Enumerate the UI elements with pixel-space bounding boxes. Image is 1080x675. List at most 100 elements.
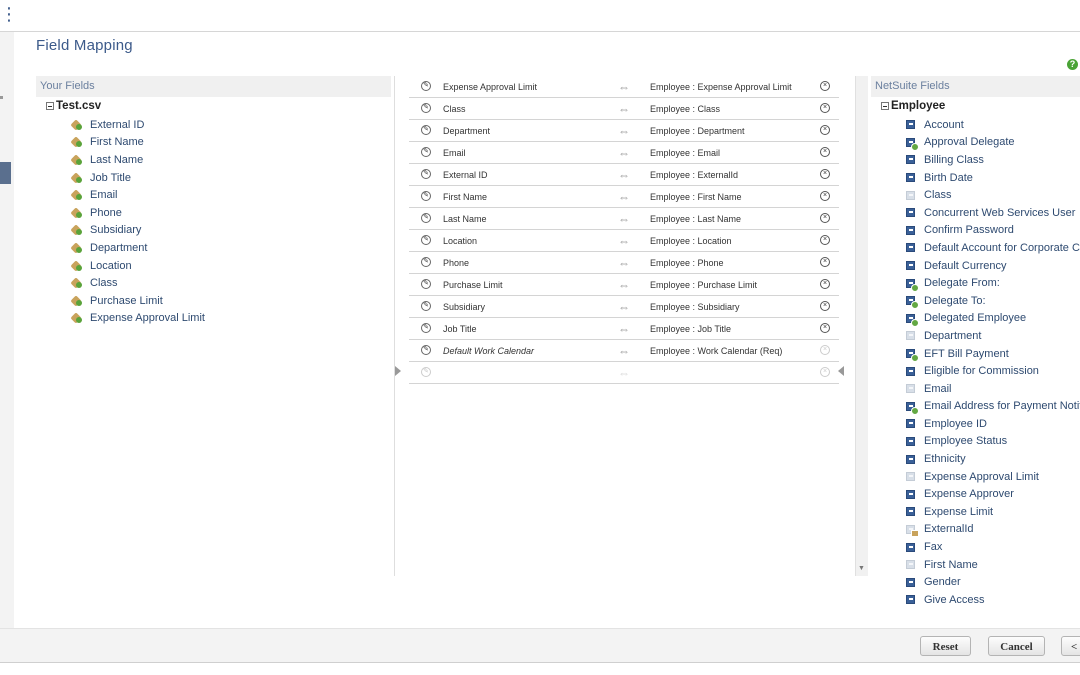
mapping-row[interactable]: ✎ Default Work Calendar ⇔ Employee : Wor… (409, 340, 839, 362)
netsuite-field-item[interactable]: Eligible for Commission (906, 362, 1080, 380)
netsuite-field-item[interactable]: Billing Class (906, 151, 1080, 169)
mapping-row[interactable]: ✎ Email ⇔ Employee : Email × (409, 142, 839, 164)
mapping-row[interactable]: ✎ Department ⇔ Employee : Department × (409, 120, 839, 142)
remove-mapping-icon[interactable]: × (820, 213, 830, 223)
edit-mapping-icon[interactable]: ✎ (421, 235, 431, 245)
your-field-item[interactable]: Purchase Limit (72, 292, 205, 310)
netsuite-field-item[interactable]: Fax (906, 538, 1080, 556)
netsuite-field-item[interactable]: Employee ID (906, 415, 1080, 433)
edit-mapping-icon[interactable]: ✎ (421, 367, 431, 377)
remove-mapping-icon[interactable]: × (820, 235, 830, 245)
netsuite-field-item[interactable]: Confirm Password (906, 222, 1080, 240)
netsuite-field-item[interactable]: Email Address for Payment Notification (906, 398, 1080, 416)
netsuite-field-label: Employee Status (924, 435, 1008, 448)
your-field-item[interactable]: Last Name (72, 151, 205, 169)
mapping-row[interactable]: ✎ Class ⇔ Employee : Class × (409, 98, 839, 120)
your-field-item[interactable]: First Name (72, 134, 205, 152)
netsuite-field-item[interactable]: Email (906, 380, 1080, 398)
edit-mapping-icon[interactable]: ✎ (421, 125, 431, 135)
edit-mapping-icon[interactable]: ✎ (421, 301, 431, 311)
netsuite-field-item[interactable]: ExternalId (906, 521, 1080, 539)
netsuite-field-label: ExternalId (924, 523, 974, 536)
your-field-item[interactable]: Expense Approval Limit (72, 310, 205, 328)
mapping-row[interactable]: ✎ Job Title ⇔ Employee : Job Title × (409, 318, 839, 340)
edit-mapping-icon[interactable]: ✎ (421, 191, 431, 201)
field-icon (906, 261, 915, 271)
remove-mapping-icon[interactable]: × (820, 345, 830, 355)
edit-mapping-icon[interactable]: ✎ (421, 81, 431, 91)
netsuite-field-item[interactable]: Delegate From: (906, 274, 1080, 292)
netsuite-field-item[interactable]: Department (906, 327, 1080, 345)
menu-icon[interactable]: ⋮ (0, 4, 18, 25)
netsuite-field-item[interactable]: Account (906, 116, 1080, 134)
edit-mapping-icon[interactable]: ✎ (421, 213, 431, 223)
expand-left-arrow-icon[interactable] (395, 366, 401, 376)
mapping-scrollbar[interactable] (855, 76, 868, 576)
edit-mapping-icon[interactable]: ✎ (421, 279, 431, 289)
mapping-row[interactable]: ✎ Last Name ⇔ Employee : Last Name × (409, 208, 839, 230)
remove-mapping-icon[interactable]: × (820, 81, 830, 91)
netsuite-field-item[interactable]: Default Currency (906, 257, 1080, 275)
remove-mapping-icon[interactable]: × (820, 279, 830, 289)
mapping-row-empty[interactable]: ✎ ⇔ × (409, 362, 839, 384)
mapping-arrow-icon: ⇔ (618, 277, 630, 292)
your-field-item[interactable]: Location (72, 257, 205, 275)
remove-mapping-icon[interactable]: × (820, 367, 830, 377)
your-field-item[interactable]: Department (72, 239, 205, 257)
mapping-row[interactable]: ✎ Purchase Limit ⇔ Employee : Purchase L… (409, 274, 839, 296)
netsuite-field-item[interactable]: Give Access (906, 591, 1080, 609)
remove-mapping-icon[interactable]: × (820, 257, 830, 267)
collapse-icon[interactable] (46, 102, 54, 110)
mapping-row[interactable]: ✎ First Name ⇔ Employee : First Name × (409, 186, 839, 208)
rail-tab[interactable] (0, 162, 11, 184)
remove-mapping-icon[interactable]: × (820, 191, 830, 201)
mapping-row[interactable]: ✎ Expense Approval Limit ⇔ Employee : Ex… (409, 76, 839, 98)
remove-mapping-icon[interactable]: × (820, 125, 830, 135)
netsuite-field-item[interactable]: Delegate To: (906, 292, 1080, 310)
your-field-item[interactable]: Subsidiary (72, 222, 205, 240)
expand-right-arrow-icon[interactable] (838, 366, 844, 376)
back-button[interactable]: < (1061, 636, 1080, 656)
netsuite-field-item[interactable]: Delegated Employee (906, 310, 1080, 328)
mapping-row[interactable]: ✎ External ID ⇔ Employee : ExternalId × (409, 164, 839, 186)
remove-mapping-icon[interactable]: × (820, 323, 830, 333)
your-field-item[interactable]: Email (72, 186, 205, 204)
netsuite-field-item[interactable]: Default Account for Corporate Card Expen… (906, 239, 1080, 257)
reset-button[interactable]: Reset (920, 636, 971, 656)
scroll-down-icon[interactable]: ▼ (858, 565, 865, 572)
your-field-item[interactable]: External ID (72, 116, 205, 134)
netsuite-field-item[interactable]: Expense Approval Limit (906, 468, 1080, 486)
collapse-icon[interactable] (881, 102, 889, 110)
your-field-item[interactable]: Job Title (72, 169, 205, 187)
netsuite-field-item[interactable]: Ethnicity (906, 450, 1080, 468)
edit-mapping-icon[interactable]: ✎ (421, 147, 431, 157)
edit-mapping-icon[interactable]: ✎ (421, 345, 431, 355)
netsuite-field-item[interactable]: Approval Delegate (906, 134, 1080, 152)
remove-mapping-icon[interactable]: × (820, 301, 830, 311)
netsuite-field-item[interactable]: First Name (906, 556, 1080, 574)
netsuite-field-item[interactable]: Expense Limit (906, 503, 1080, 521)
remove-mapping-icon[interactable]: × (820, 169, 830, 179)
your-fields-root[interactable]: Test.csv (46, 100, 101, 112)
edit-mapping-icon[interactable]: ✎ (421, 103, 431, 113)
remove-mapping-icon[interactable]: × (820, 103, 830, 113)
mapping-row[interactable]: ✎ Location ⇔ Employee : Location × (409, 230, 839, 252)
edit-mapping-icon[interactable]: ✎ (421, 169, 431, 179)
netsuite-field-item[interactable]: Birth Date (906, 169, 1080, 187)
netsuite-field-item[interactable]: EFT Bill Payment (906, 345, 1080, 363)
netsuite-field-item[interactable]: Gender (906, 573, 1080, 591)
help-icon[interactable]: ? (1067, 59, 1078, 70)
your-field-item[interactable]: Phone (72, 204, 205, 222)
cancel-button[interactable]: Cancel (988, 636, 1045, 656)
edit-mapping-icon[interactable]: ✎ (421, 323, 431, 333)
mapping-row[interactable]: ✎ Subsidiary ⇔ Employee : Subsidiary × (409, 296, 839, 318)
netsuite-field-item[interactable]: Concurrent Web Services User (906, 204, 1080, 222)
edit-mapping-icon[interactable]: ✎ (421, 257, 431, 267)
netsuite-root[interactable]: Employee (881, 100, 945, 112)
mapping-row[interactable]: ✎ Phone ⇔ Employee : Phone × (409, 252, 839, 274)
remove-mapping-icon[interactable]: × (820, 147, 830, 157)
netsuite-field-item[interactable]: Employee Status (906, 433, 1080, 451)
your-field-item[interactable]: Class (72, 274, 205, 292)
netsuite-field-item[interactable]: Class (906, 186, 1080, 204)
netsuite-field-item[interactable]: Expense Approver (906, 485, 1080, 503)
